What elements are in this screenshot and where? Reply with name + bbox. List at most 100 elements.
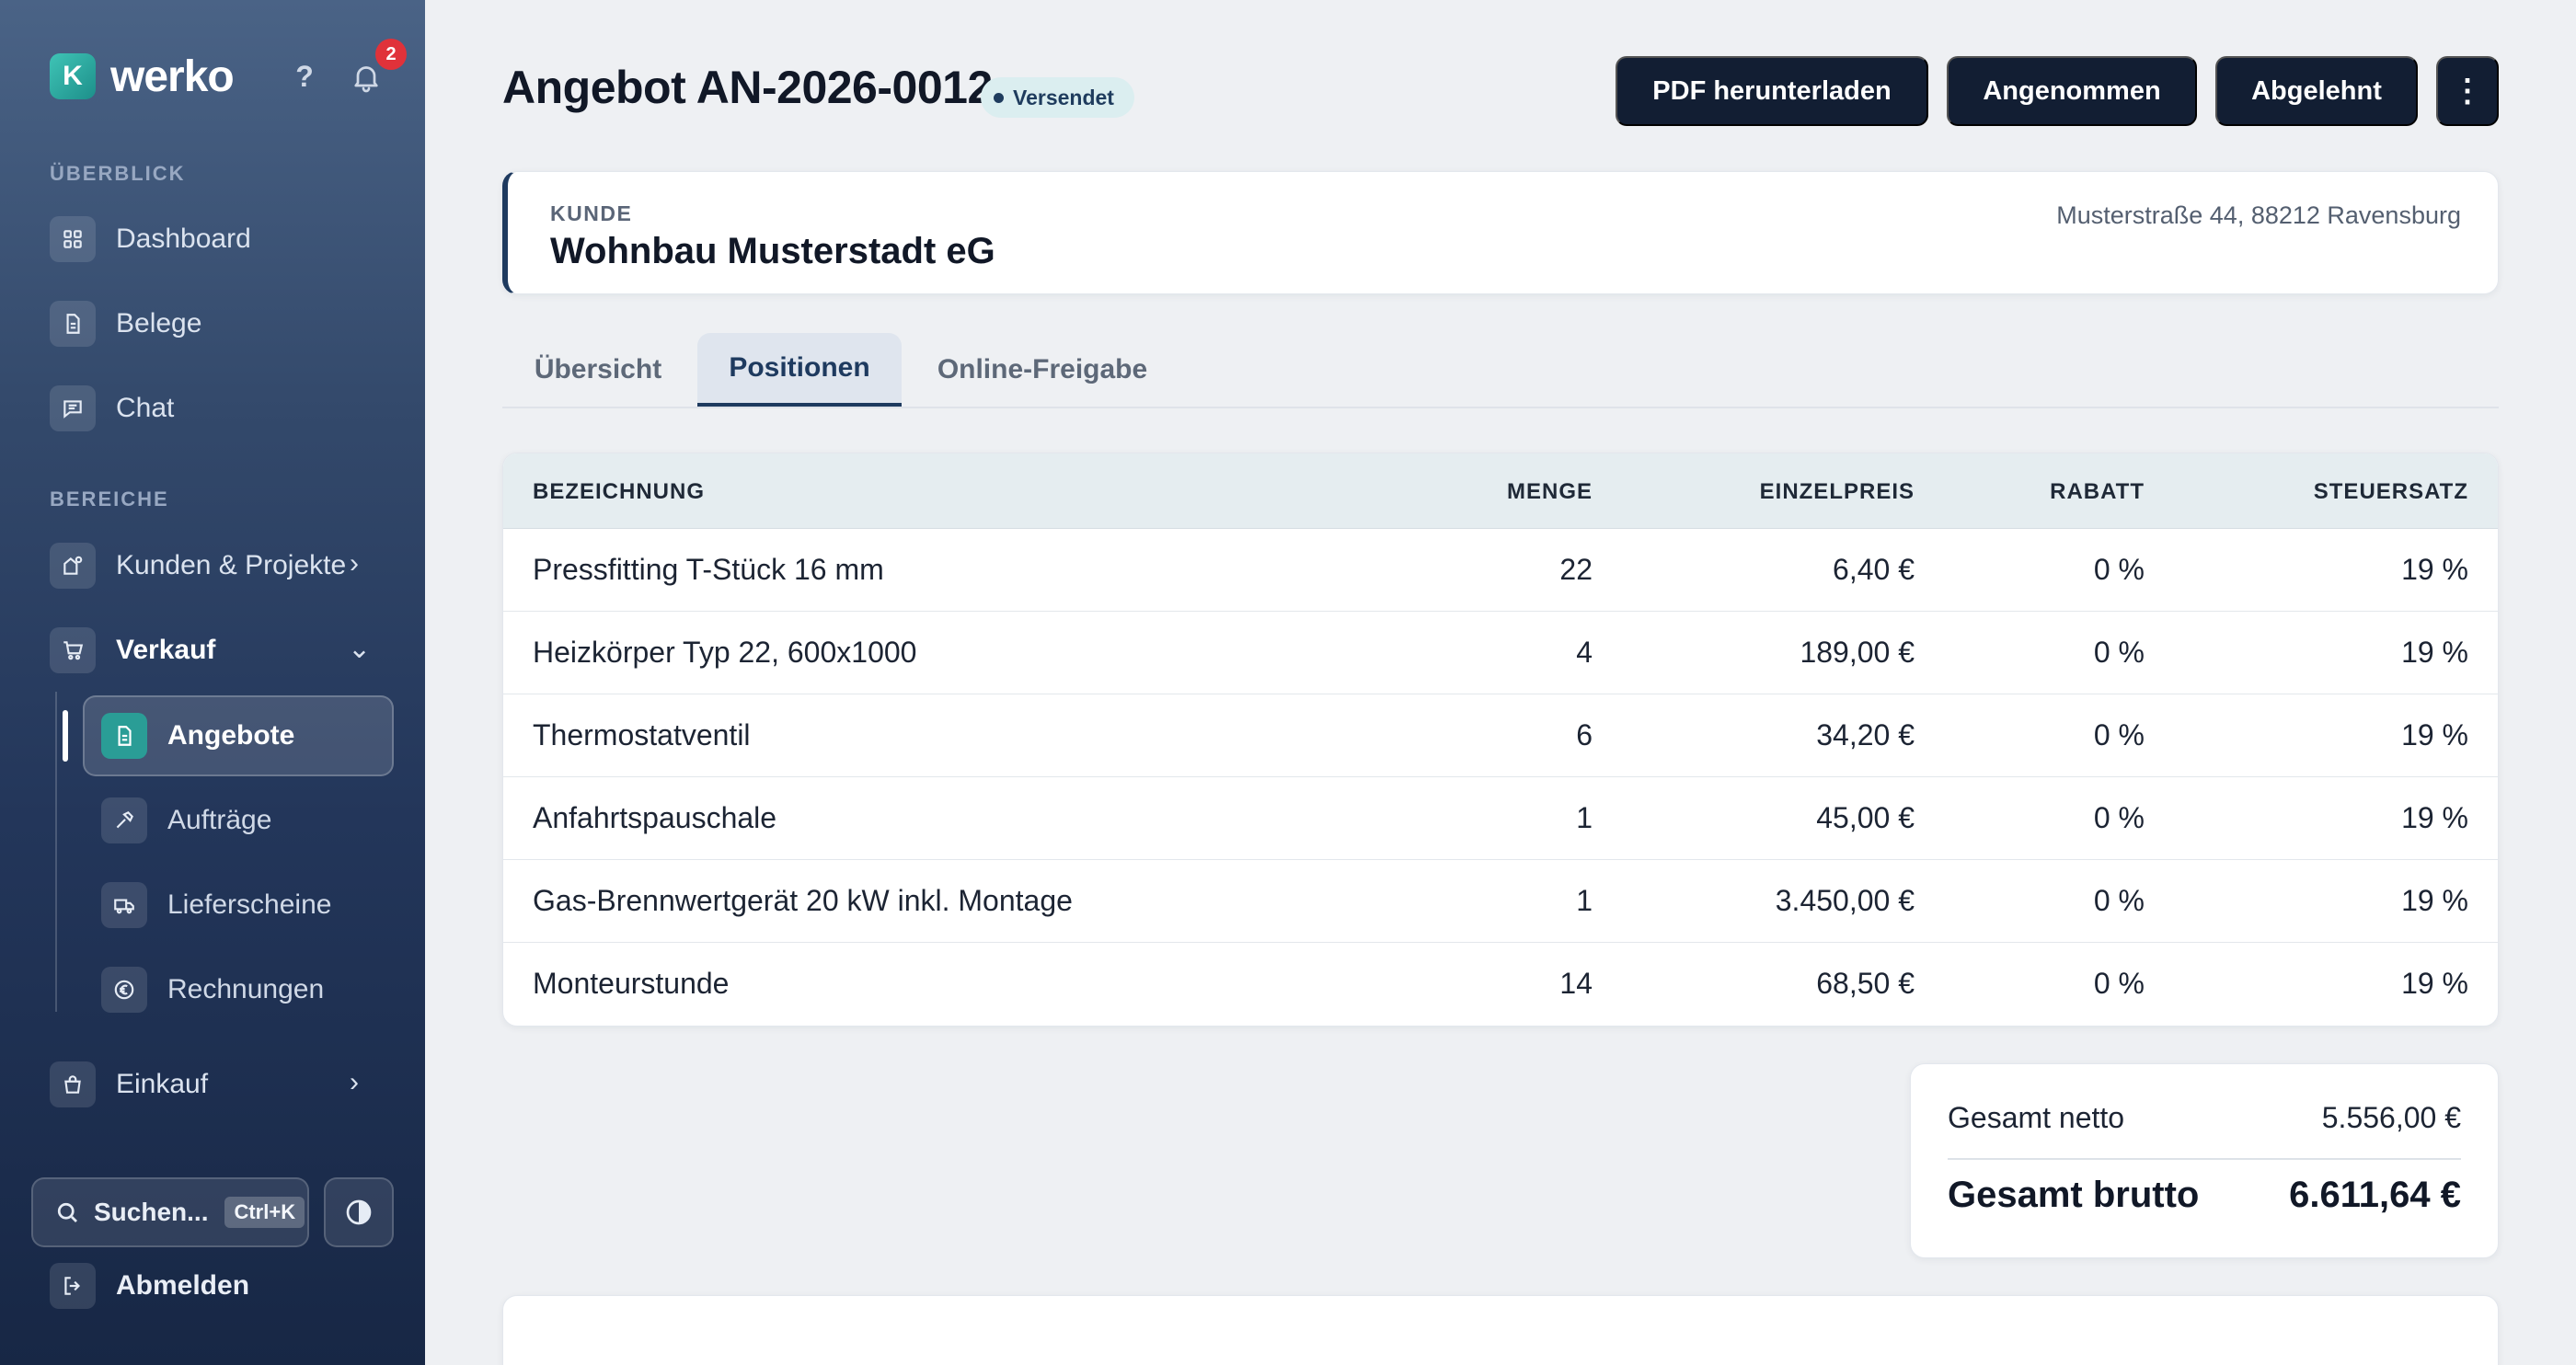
sidebar-item-label: Kunden & Projekte [116, 550, 347, 580]
chevron-right-icon[interactable]: › [350, 548, 359, 579]
search-button[interactable]: Suchen... Ctrl+K [31, 1177, 309, 1247]
sidebar-item-dashboard[interactable]: Dashboard [50, 215, 251, 263]
sidebar-item-label: Einkauf [116, 1069, 209, 1099]
sidebar-item-label: Lieferscheine [167, 889, 332, 920]
search-shortcut: Ctrl+K [224, 1197, 305, 1228]
brand[interactable]: K werko [50, 52, 235, 101]
dashboard-icon [50, 216, 96, 262]
status-dot [994, 92, 1004, 103]
cell-rabatt: 0 % [2093, 884, 2145, 917]
table-row[interactable]: Monteurstunde 14 68,50 € 0 % 19 % [503, 943, 2498, 1026]
total-gross-label: Gesamt brutto [1948, 1175, 2200, 1215]
sidebar-item-rechnungen[interactable]: Rechnungen [101, 966, 324, 1014]
cell-bezeichnung: Heizkörper Typ 22, 600x1000 [533, 636, 917, 669]
cell-menge: 6 [1576, 718, 1593, 751]
tab-positionen[interactable]: Positionen [697, 333, 902, 407]
app-name: werko [110, 52, 235, 101]
sidebar-item-angebote[interactable]: Angebote [101, 712, 294, 760]
customer-label: KUNDE [550, 201, 633, 225]
app-logo: K [50, 53, 96, 99]
customers-icon [50, 543, 96, 589]
tab-online-freigabe[interactable]: Online-Freigabe [911, 333, 1174, 407]
cart-icon [50, 627, 96, 673]
column-header-einzelpreis[interactable]: EINZELPREIS [1760, 479, 1915, 505]
hammer-icon [101, 797, 147, 843]
column-header-bezeichnung[interactable]: BEZEICHNUNG [533, 479, 705, 505]
active-indicator [63, 710, 68, 762]
sidebar-item-verkauf[interactable]: Verkauf [50, 626, 215, 674]
totals-card: Gesamt netto 5.556,00 € Gesamt brutto 6.… [1910, 1063, 2499, 1258]
rejected-button[interactable]: Abgelehnt [2215, 56, 2418, 126]
sidebar-item-label: Aufträge [167, 805, 272, 835]
cell-steuersatz: 19 % [2401, 967, 2468, 1000]
shopping-bag-icon [50, 1061, 96, 1107]
cell-steuersatz: 19 % [2401, 553, 2468, 586]
sidebar-item-belege[interactable]: Belege [50, 300, 201, 348]
additional-content-card [502, 1295, 2499, 1365]
pdf-download-button[interactable]: PDF herunterladen [1616, 56, 1928, 126]
sidebar-item-customers-projects[interactable]: Kunden & Projekte [50, 542, 346, 590]
table-row[interactable]: Heizkörper Typ 22, 600x1000 4 189,00 € 0… [503, 612, 2498, 694]
total-net-label: Gesamt netto [1948, 1101, 2125, 1134]
search-icon [57, 1202, 77, 1222]
logout-button[interactable]: Abmelden [50, 1262, 249, 1310]
column-header-rabatt[interactable]: RABATT [2050, 479, 2145, 505]
sidebar-item-label: Angebote [167, 720, 295, 751]
search-label: Suchen... [94, 1198, 209, 1226]
chevron-right-icon[interactable]: › [350, 1067, 359, 1098]
more-options-button[interactable]: ⋮ [2436, 56, 2499, 126]
cell-einzelpreis: 6,40 € [1833, 553, 1915, 586]
logout-icon [50, 1263, 96, 1309]
bell-icon[interactable] [350, 61, 383, 94]
sidebar-item-auftraege[interactable]: Aufträge [101, 797, 271, 844]
cell-bezeichnung: Pressfitting T-Stück 16 mm [533, 553, 884, 586]
offer-document-icon [101, 713, 147, 759]
cell-rabatt: 0 % [2093, 967, 2145, 1000]
cell-rabatt: 0 % [2093, 553, 2145, 586]
sidebar-item-label: Verkauf [116, 635, 216, 665]
truck-icon [101, 882, 147, 928]
sidebar-item-label: Belege [116, 308, 202, 338]
status-badge: Versendet [981, 77, 1134, 118]
chevron-down-icon[interactable]: ⌄ [348, 633, 371, 665]
sidebar: K werko ? 2 ÜBERBLICK Dashboard Belege C… [0, 0, 425, 1365]
cell-steuersatz: 19 % [2401, 718, 2468, 751]
help-icon[interactable]: ? [291, 58, 318, 95]
column-header-steuersatz[interactable]: STEUERSATZ [2314, 479, 2468, 505]
tabs-divider [502, 407, 2499, 408]
chat-icon [50, 385, 96, 431]
table-row[interactable]: Anfahrtspauschale 1 45,00 € 0 % 19 % [503, 777, 2498, 860]
totals-divider [1948, 1158, 2461, 1160]
cell-menge: 22 [1559, 553, 1593, 586]
table-row[interactable]: Pressfitting T-Stück 16 mm 22 6,40 € 0 %… [503, 529, 2498, 612]
cell-rabatt: 0 % [2093, 801, 2145, 834]
sidebar-item-chat[interactable]: Chat [50, 384, 174, 432]
cell-bezeichnung: Thermostatventil [533, 718, 751, 751]
cell-menge: 14 [1559, 967, 1593, 1000]
sidebar-item-label: Chat [116, 393, 175, 423]
table-row[interactable]: Thermostatventil 6 34,20 € 0 % 19 % [503, 694, 2498, 777]
sidebar-item-einkauf[interactable]: Einkauf [50, 1061, 208, 1108]
cell-einzelpreis: 68,50 € [1816, 967, 1915, 1000]
theme-toggle-button[interactable] [324, 1177, 394, 1247]
cell-bezeichnung: Anfahrtspauschale [533, 801, 777, 834]
customer-name: Wohnbau Musterstadt eG [550, 231, 995, 271]
cell-steuersatz: 19 % [2401, 636, 2468, 669]
positions-table: BEZEICHNUNG MENGE EINZELPREIS RABATT STE… [502, 453, 2499, 1027]
contrast-icon [346, 1199, 372, 1225]
sidebar-item-label: Dashboard [116, 224, 251, 254]
sidebar-item-lieferscheine[interactable]: Lieferscheine [101, 881, 331, 929]
notification-badge: 2 [375, 39, 407, 70]
total-net-value: 5.556,00 € [2321, 1101, 2461, 1134]
status-text: Versendet [1013, 85, 1114, 109]
tab-uebersicht[interactable]: Übersicht [502, 333, 694, 407]
euro-icon [101, 967, 147, 1013]
table-row[interactable]: Gas-Brennwertgerät 20 kW inkl. Montage 1… [503, 860, 2498, 943]
total-gross-value: 6.611,64 € [2289, 1175, 2461, 1215]
accepted-button[interactable]: Angenommen [1947, 56, 2197, 126]
column-header-menge[interactable]: MENGE [1507, 479, 1593, 505]
table-header: BEZEICHNUNG MENGE EINZELPREIS RABATT STE… [503, 453, 2498, 529]
cell-menge: 1 [1576, 884, 1593, 917]
customer-card: KUNDE Wohnbau Musterstadt eG Musterstraß… [502, 171, 2499, 294]
customer-address: Musterstraße 44, 88212 Ravensburg [2056, 201, 2461, 229]
